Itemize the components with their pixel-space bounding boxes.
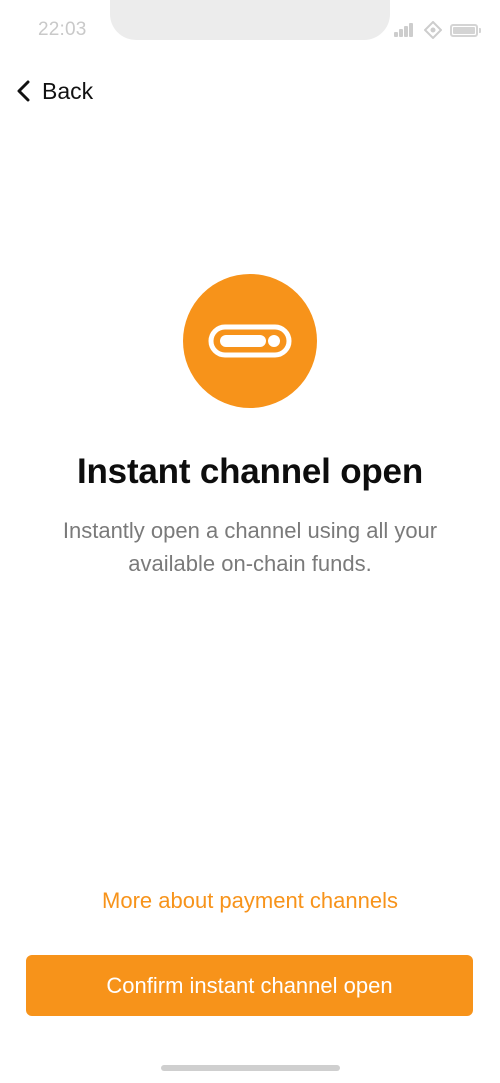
chevron-left-icon	[17, 80, 30, 102]
home-indicator	[161, 1065, 340, 1071]
page-title: Instant channel open	[76, 452, 424, 491]
back-label: Back	[42, 77, 94, 104]
signal-icon	[394, 23, 416, 37]
confirm-instant-channel-button[interactable]: Confirm instant channel open	[26, 955, 473, 1016]
back-button[interactable]: Back	[10, 72, 99, 110]
status-bar: 22:03	[0, 0, 500, 60]
wifi-icon	[424, 21, 442, 39]
hero-icon-circle	[183, 274, 317, 408]
page-description: Instantly open a channel using all your …	[62, 518, 438, 576]
status-icons	[394, 20, 481, 40]
device-notch	[110, 0, 390, 40]
status-time: 22:03	[38, 19, 87, 40]
payment-channel-icon	[208, 324, 292, 358]
more-about-channels-link[interactable]: More about payment channels	[0, 888, 500, 914]
battery-icon	[450, 23, 481, 37]
